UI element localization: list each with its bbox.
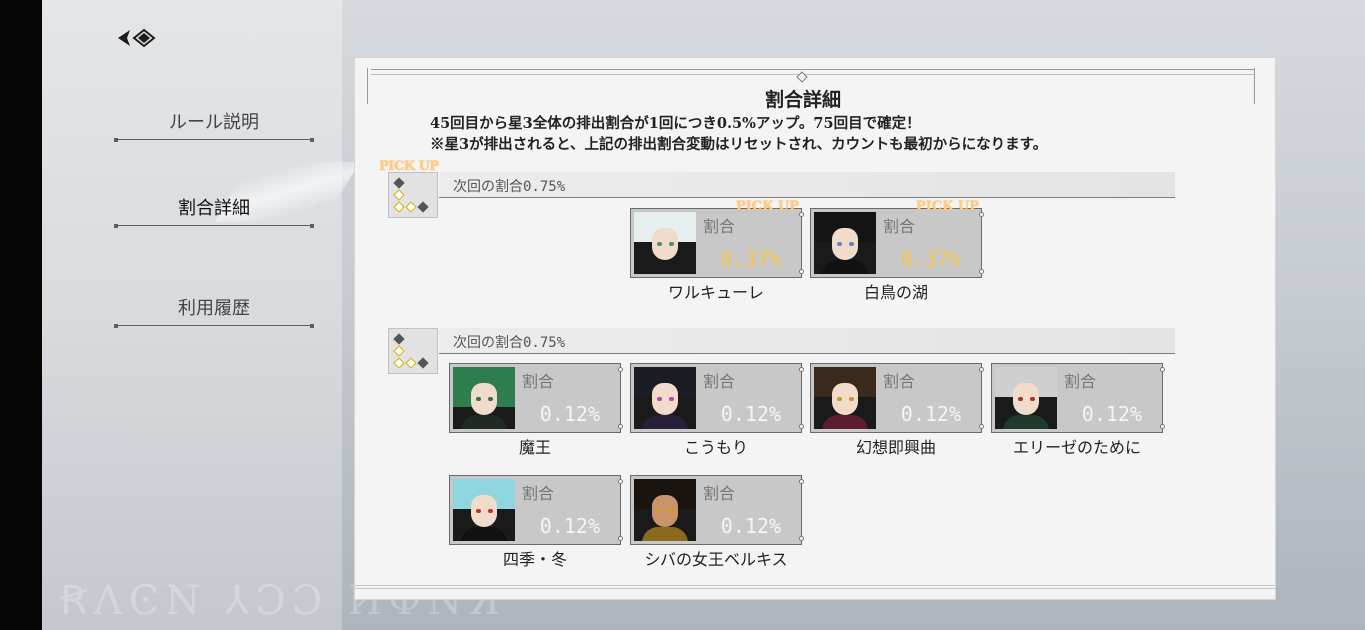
character-card-swan-lake[interactable]: 割合 0.37% PICK UP: [810, 199, 984, 278]
rate-value: 0.12%: [539, 514, 600, 538]
panel-bottom-border: [355, 585, 1275, 589]
rate-value: 0.12%: [900, 402, 961, 426]
character-portrait: [634, 212, 696, 274]
back-button[interactable]: [116, 24, 156, 52]
character-card-four-seasons-winter[interactable]: 割合 0.12%: [449, 475, 623, 545]
rate-label: 割合: [883, 217, 916, 236]
character-card-fledermaus[interactable]: 割合 0.12%: [630, 363, 804, 433]
rate-value: 0.12%: [1081, 402, 1142, 426]
sidebar-item-rate-details[interactable]: 割合詳細: [114, 194, 314, 228]
rate-value: 0.37%: [720, 247, 781, 271]
character-card-erlkonig[interactable]: 割合 0.12%: [449, 363, 623, 433]
character-name: エリーゼのために: [1012, 438, 1141, 457]
rate-details-panel: 割合詳細 45回目から星3全体の排出割合が1回につき0.5%アップ。75回目で確…: [354, 57, 1276, 600]
character-card-walkure[interactable]: 割合 0.37% PICK UP: [630, 199, 804, 278]
rate-value: 0.37%: [900, 247, 961, 271]
character-portrait: [453, 367, 515, 429]
sidebar-item-rules[interactable]: ルール説明: [114, 108, 314, 142]
character-name: シバの女王ベルキス: [644, 550, 788, 569]
rate-label: 割合: [1064, 372, 1097, 391]
panel-top-border: [371, 69, 1255, 75]
rate-label: 割合: [703, 217, 736, 236]
rate-label: 割合: [522, 484, 555, 503]
rate-label: 割合: [883, 372, 916, 391]
panel-title: 割合詳細: [764, 89, 841, 111]
character-portrait: [814, 212, 876, 274]
star3-rarity-icon: [388, 172, 438, 218]
character-name: 魔王: [518, 438, 551, 457]
character-name: 幻想即興曲: [855, 438, 936, 457]
group-next-rate-label: 次回の割合0.75%: [453, 335, 566, 351]
star3-rarity-icon: [388, 328, 438, 374]
pickup-tag: PICK UP: [735, 199, 799, 214]
notice-line-1: 45回目から星3全体の排出割合が1回につき0.5%アップ。75回目で確定！: [430, 115, 921, 132]
rate-label: 割合: [703, 372, 736, 391]
character-card-belkis[interactable]: 割合 0.12%: [630, 475, 804, 545]
pickup-tag: PICK UP: [915, 199, 979, 214]
group-next-rate-label: 次回の割合0.75%: [453, 179, 566, 195]
character-portrait: [634, 479, 696, 541]
character-portrait: [995, 367, 1057, 429]
character-name: こうもり: [683, 438, 748, 457]
rate-value: 0.12%: [720, 514, 781, 538]
rate-value: 0.12%: [720, 402, 781, 426]
notice-line-2: ※星3が排出されると、上記の排出割合変動はリセットされ、カウントも最初からになり…: [430, 136, 1048, 153]
sidebar-item-history[interactable]: 利用履歴: [114, 294, 314, 328]
screen-edge: [0, 0, 42, 630]
character-name: 四季・冬: [502, 550, 567, 569]
character-portrait: [634, 367, 696, 429]
character-portrait: [814, 367, 876, 429]
rate-value: 0.12%: [539, 402, 600, 426]
character-card-fantaisie-impromptu[interactable]: 割合 0.12%: [810, 363, 984, 433]
character-card-fur-elise[interactable]: 割合 0.12%: [991, 363, 1165, 433]
rate-label: 割合: [522, 372, 555, 391]
back-arrow-icon: [118, 28, 156, 48]
character-name: ワルキューレ: [667, 283, 764, 302]
rate-label: 割合: [703, 484, 736, 503]
character-portrait: [453, 479, 515, 541]
group-header-bar: 次回の割合0.75%: [439, 172, 1175, 198]
group-header-bar: 次回の割合0.75%: [439, 328, 1175, 354]
character-name: 白鳥の湖: [863, 283, 928, 302]
